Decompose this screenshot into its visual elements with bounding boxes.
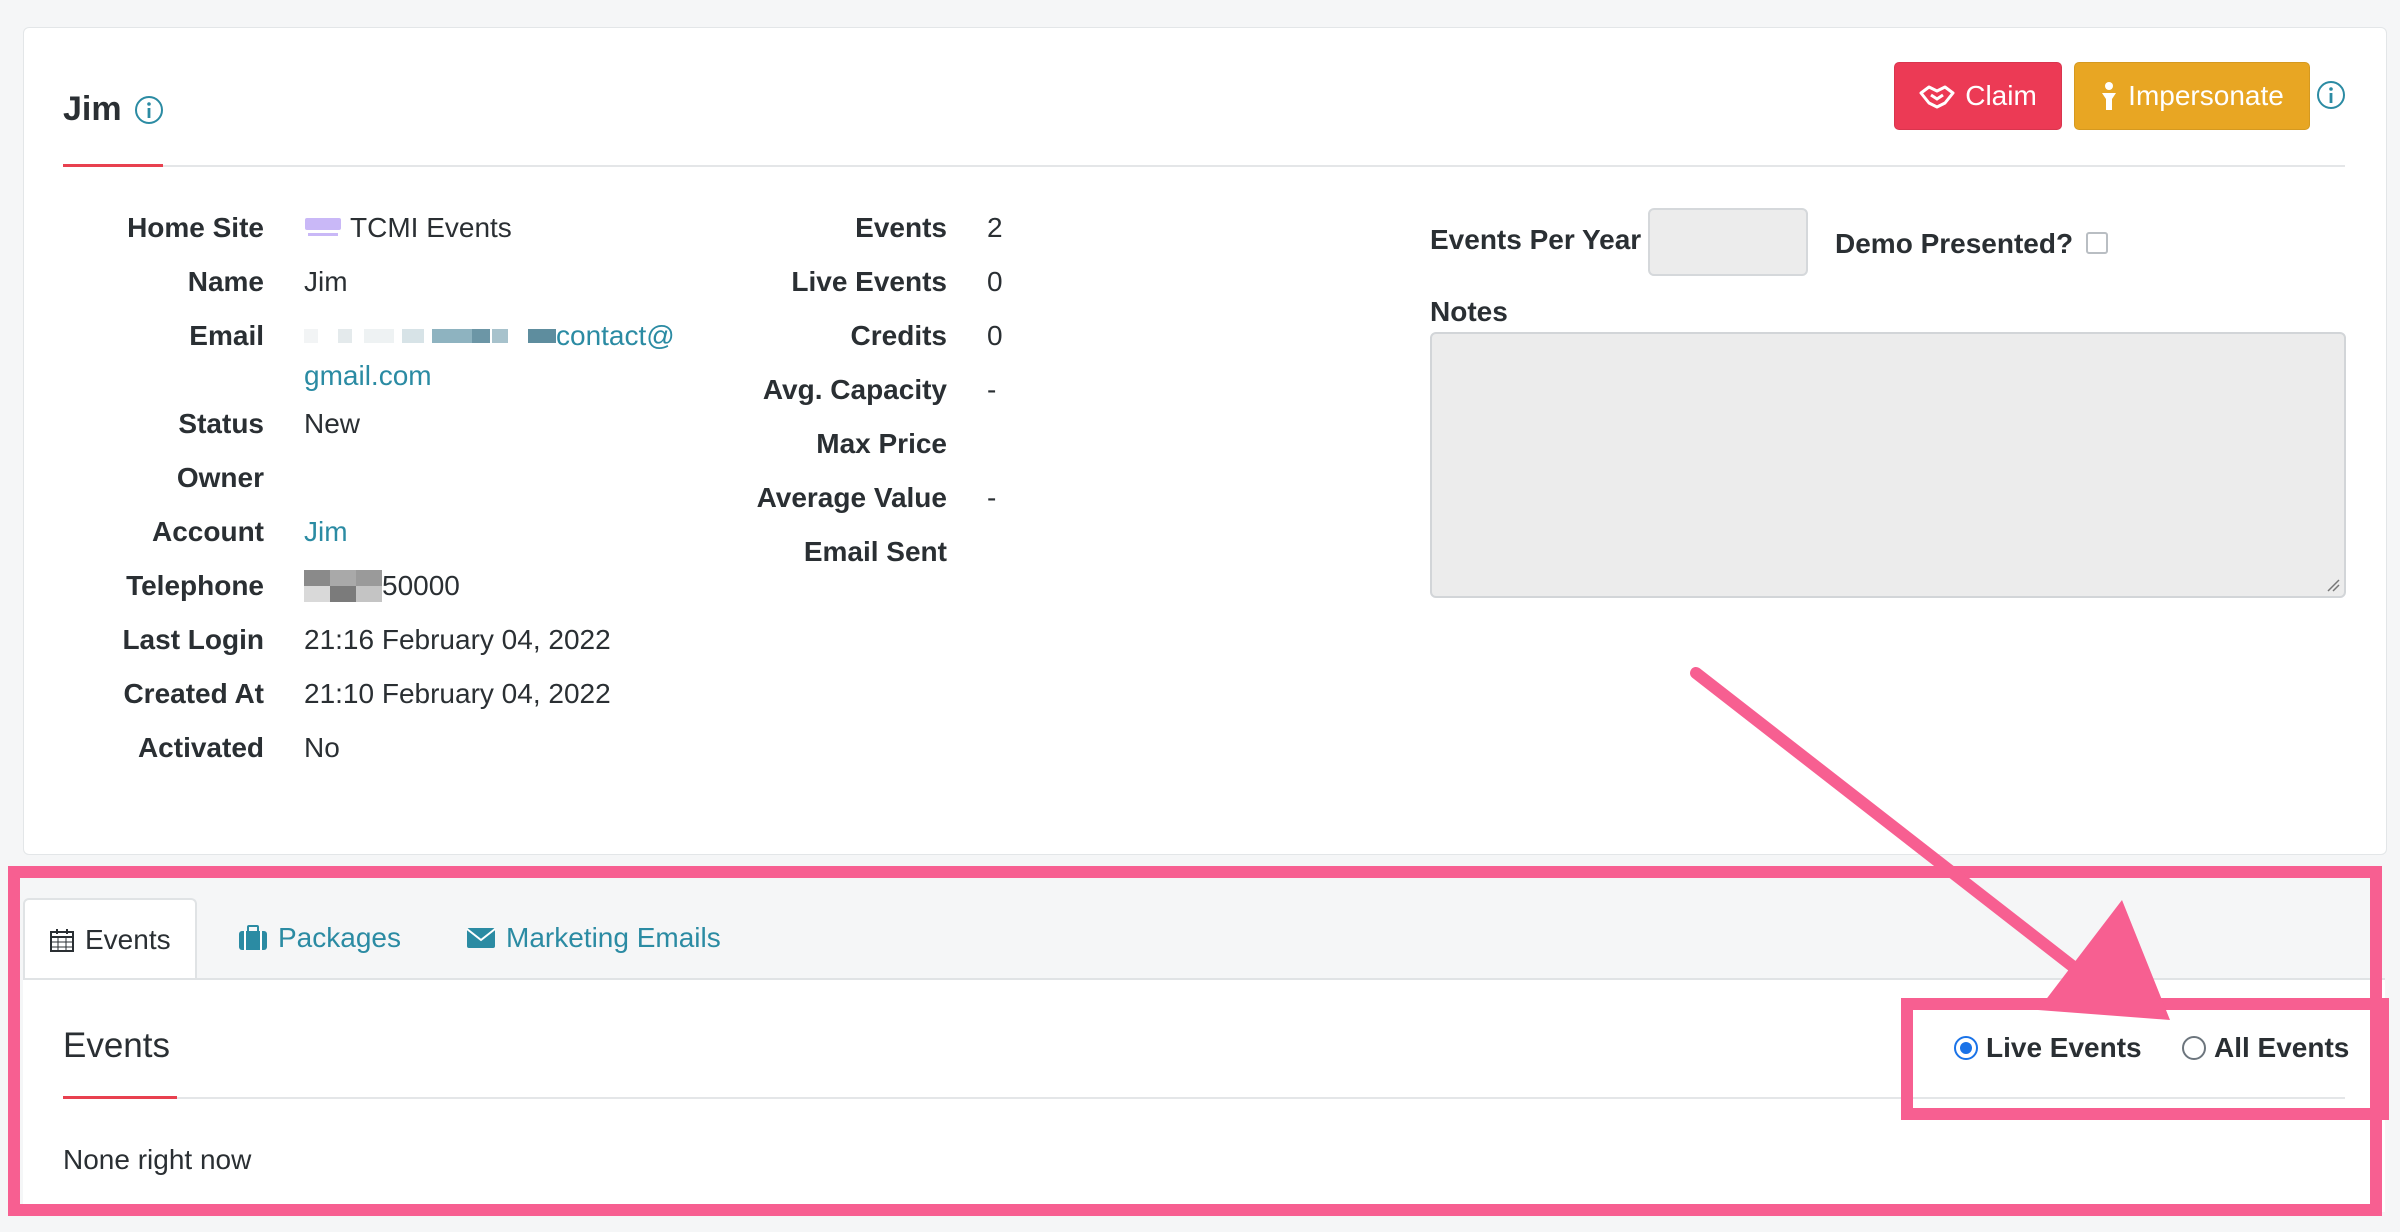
annotation-arrow: [1690, 667, 2170, 1020]
